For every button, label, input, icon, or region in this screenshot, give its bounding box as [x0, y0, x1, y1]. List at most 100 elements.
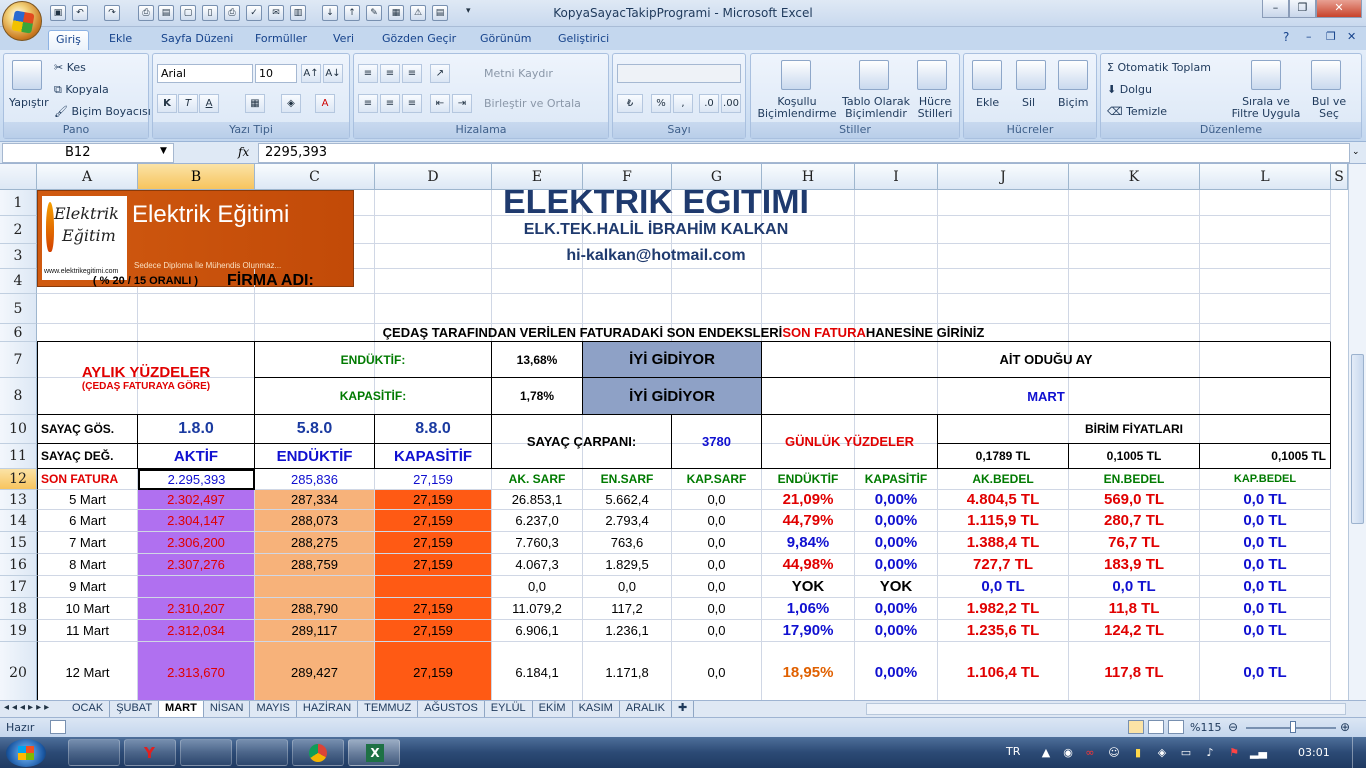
zoom-level[interactable]: %115: [1190, 721, 1221, 734]
table-icon[interactable]: ▤: [432, 5, 448, 21]
tray-user-icon[interactable]: ☺: [1106, 745, 1122, 761]
merge-center-button[interactable]: Birleştir ve Ortala: [484, 97, 581, 110]
qat-customize-icon[interactable]: ▾: [466, 6, 471, 16]
email-icon[interactable]: ✉: [268, 5, 284, 21]
comma-icon[interactable]: ,: [673, 94, 693, 113]
align-left-icon[interactable]: ≡: [358, 94, 378, 113]
wrap-text-button[interactable]: Metni Kaydır: [484, 67, 553, 80]
sort-filter-icon[interactable]: [1251, 60, 1281, 90]
column-header-i[interactable]: I: [855, 164, 938, 190]
new-icon[interactable]: ▢: [180, 5, 196, 21]
align-right-icon[interactable]: ≡: [402, 94, 422, 113]
tray-network-icon[interactable]: ◉: [1060, 745, 1076, 761]
show-desktop-button[interactable]: [1352, 737, 1366, 768]
column-header-f[interactable]: F: [583, 164, 672, 190]
currency-icon[interactable]: ₺: [617, 94, 643, 113]
align-middle-icon[interactable]: ≡: [380, 64, 400, 83]
sheet-tab-4[interactable]: MAYIS: [250, 701, 297, 717]
maximize-button[interactable]: ❐: [1289, 0, 1316, 18]
indent-icon[interactable]: ⇥: [452, 94, 472, 113]
active-reading[interactable]: 2.307,276: [138, 554, 255, 576]
capacitive-reading[interactable]: 27,159: [375, 490, 492, 510]
tray-speaker-icon[interactable]: ♪: [1202, 745, 1218, 761]
tab-gorunum[interactable]: Görünüm: [473, 30, 538, 50]
sort-filter-button[interactable]: Sırala ve Filtre Uygula: [1227, 96, 1305, 120]
active-reading[interactable]: [138, 576, 255, 598]
office-button[interactable]: [2, 1, 42, 41]
delete-cells-button[interactable]: Sil: [1022, 96, 1035, 109]
print-icon[interactable]: ⎙: [224, 5, 240, 21]
row-header-10[interactable]: 10: [0, 415, 37, 444]
decrease-decimal-icon[interactable]: .00: [721, 94, 741, 113]
warning-icon[interactable]: ⚠: [410, 5, 426, 21]
inductive-reading[interactable]: [255, 576, 375, 598]
row-header-4[interactable]: 4: [0, 269, 37, 294]
inductive-reading[interactable]: 288,073: [255, 510, 375, 532]
format-cells-button[interactable]: Biçim: [1058, 96, 1088, 109]
paste-button[interactable]: Yapıştır: [9, 96, 49, 109]
find-select-button[interactable]: Bul ve Seç: [1307, 96, 1351, 120]
row-header-16[interactable]: 16: [0, 554, 37, 576]
capacitive-reading[interactable]: [375, 576, 492, 598]
bold-icon[interactable]: K: [157, 94, 177, 113]
cut-button[interactable]: ✂ Kes: [54, 61, 86, 74]
row-header-1[interactable]: 1: [0, 190, 37, 216]
insert-cells-icon[interactable]: [972, 60, 1002, 90]
sheet-tab-9[interactable]: EKİM: [533, 701, 573, 717]
capacitive-reading[interactable]: 27,159: [375, 510, 492, 532]
column-header-d[interactable]: D: [375, 164, 492, 190]
format-table-button[interactable]: Tablo Olarak Biçimlendir: [839, 96, 913, 120]
row-header-5[interactable]: 5: [0, 294, 37, 324]
taskbar-calculator-icon[interactable]: [236, 739, 288, 766]
column-header-h[interactable]: H: [762, 164, 855, 190]
normal-view-icon[interactable]: [1128, 720, 1144, 734]
tray-infinity-icon[interactable]: ∞: [1082, 745, 1098, 761]
conditional-format-button[interactable]: Koşullu Biçimlendirme: [757, 96, 837, 120]
language-indicator[interactable]: TR: [1006, 745, 1020, 758]
undo-icon[interactable]: ↶: [72, 5, 88, 21]
capacitive-reading[interactable]: 27,159: [375, 642, 492, 700]
insert-cells-button[interactable]: Ekle: [976, 96, 999, 109]
column-header-a[interactable]: A: [37, 164, 138, 190]
shrink-font-icon[interactable]: A↓: [323, 64, 343, 83]
chart-icon[interactable]: ▥: [290, 5, 306, 21]
delete-cells-icon[interactable]: [1016, 60, 1046, 90]
cell-styles-button[interactable]: Hücre Stilleri: [913, 96, 957, 120]
underline-icon[interactable]: A: [199, 94, 219, 113]
row-header-2[interactable]: 2: [0, 216, 37, 244]
tray-device-icon[interactable]: ◈: [1154, 745, 1170, 761]
tab-gelistirici[interactable]: Geliştirici: [551, 30, 616, 50]
sheet-tab-7[interactable]: AĞUSTOS: [418, 701, 485, 717]
tab-ekle[interactable]: Ekle: [102, 30, 139, 50]
tray-flag-icon[interactable]: ⚑: [1226, 745, 1242, 761]
outdent-icon[interactable]: ⇤: [430, 94, 450, 113]
font-size-select[interactable]: 10: [255, 64, 297, 83]
tray-signal-icon[interactable]: ▂▄: [1250, 745, 1267, 761]
active-reading[interactable]: 2.306,200: [138, 532, 255, 554]
sheet-tab-6[interactable]: TEMMUZ: [358, 701, 419, 717]
page-break-view-icon[interactable]: [1168, 720, 1184, 734]
sort-asc-icon[interactable]: ↓: [322, 5, 338, 21]
column-header-s[interactable]: S: [1331, 164, 1348, 190]
format-painter-button[interactable]: 🖌 Biçim Boyacısı: [54, 105, 151, 118]
sheet-tab-2[interactable]: MART: [159, 701, 204, 717]
tab-formuller[interactable]: Formüller: [248, 30, 314, 50]
inductive-reading[interactable]: 287,334: [255, 490, 375, 510]
column-header-e[interactable]: E: [492, 164, 583, 190]
wb-close-icon[interactable]: ✕: [1347, 30, 1356, 43]
row-header-6[interactable]: 6: [0, 324, 37, 342]
border-icon[interactable]: ▦: [245, 94, 265, 113]
column-header-b[interactable]: B: [138, 164, 255, 190]
tab-veri[interactable]: Veri: [326, 30, 361, 50]
open-icon[interactable]: ▤: [158, 5, 174, 21]
insert-sheet-icon[interactable]: ✚: [672, 701, 695, 717]
format-table-icon[interactable]: [859, 60, 889, 90]
capacitive-reading[interactable]: 27,159: [375, 532, 492, 554]
column-header-l[interactable]: L: [1200, 164, 1331, 190]
row-header-3[interactable]: 3: [0, 244, 37, 269]
sheet-tab-11[interactable]: ARALIK: [620, 701, 672, 717]
son-fatura-capacitive-input[interactable]: 27,159: [375, 469, 492, 490]
active-reading[interactable]: 2.312,034: [138, 620, 255, 642]
sheet-tab-5[interactable]: HAZİRAN: [297, 701, 359, 717]
number-format-select[interactable]: [617, 64, 741, 83]
